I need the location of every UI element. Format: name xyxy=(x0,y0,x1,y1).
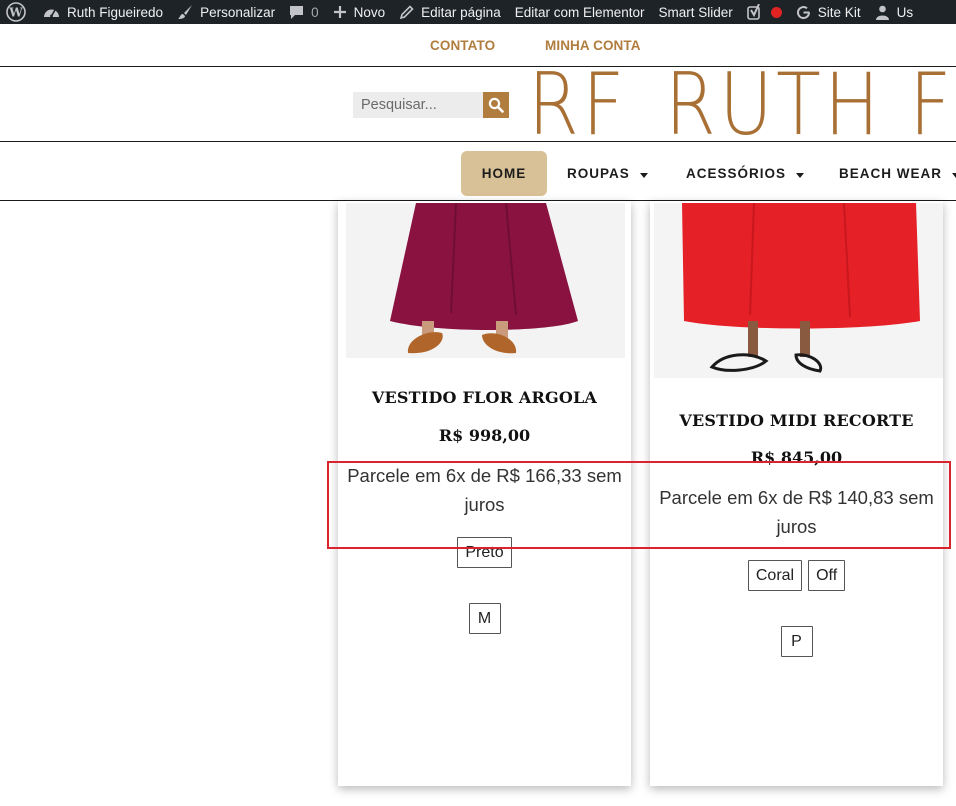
pencil-icon xyxy=(399,4,414,19)
nav-item-beach-wear[interactable]: BEACH WEAR xyxy=(839,151,956,196)
size-options: M xyxy=(338,603,631,634)
product-image[interactable] xyxy=(346,203,625,358)
color-option-off[interactable]: Off xyxy=(808,560,846,591)
customize-link[interactable]: Personalizar xyxy=(170,0,282,24)
nav-roupas-label: ROUPAS xyxy=(567,166,630,181)
site-kit-label: Site Kit xyxy=(817,4,861,20)
google-g-icon xyxy=(796,5,810,19)
color-options: Coral Off xyxy=(650,560,943,591)
search-button[interactable] xyxy=(483,92,509,118)
yoast-menu[interactable] xyxy=(740,0,789,24)
color-option-preto[interactable]: Preto xyxy=(457,537,512,568)
new-label: Novo xyxy=(353,4,386,20)
nav-beach-wear-label: BEACH WEAR xyxy=(839,166,942,181)
admin-bar: W Ruth Figueiredo Personalizar 0 Novo Ed… xyxy=(0,0,956,24)
product-title[interactable]: VESTIDO MIDI RECORTE xyxy=(650,411,943,430)
edit-elementor-link[interactable]: Editar com Elementor xyxy=(508,0,652,24)
user-label: Us xyxy=(896,4,914,20)
svg-text:W: W xyxy=(8,6,23,20)
installment-text: Parcele em 6x de R$ 140,83 sem juros xyxy=(659,487,934,537)
logo-mark: RF xyxy=(528,68,628,142)
search-icon xyxy=(488,97,504,113)
edit-elementor-label: Editar com Elementor xyxy=(514,4,645,20)
plus-icon xyxy=(333,6,346,18)
top-links-bar: CONTATO MINHA CONTA xyxy=(0,24,956,67)
product-card[interactable]: VESTIDO MIDI RECORTE R$ 845,00 Parcele e… xyxy=(650,201,943,786)
yoast-icon xyxy=(746,3,760,20)
user-icon xyxy=(875,5,889,20)
caret-down-icon xyxy=(796,172,805,178)
size-option-m[interactable]: M xyxy=(468,603,501,634)
edit-page-label: Editar página xyxy=(421,4,501,20)
nav-home-label: HOME xyxy=(481,166,527,181)
wordpress-menu[interactable]: W xyxy=(0,0,36,24)
site-name-label: Ruth Figueiredo xyxy=(67,4,164,20)
product-image[interactable] xyxy=(654,203,943,378)
comment-icon xyxy=(290,5,304,19)
nav-item-roupas[interactable]: ROUPAS xyxy=(567,151,648,196)
search-form xyxy=(353,92,509,118)
site-logo[interactable]: RF RUTH FI xyxy=(528,68,956,142)
installment-text: Parcele em 6x de R$ 166,33 sem juros xyxy=(347,465,622,515)
product-price: R$ 845,00 xyxy=(750,448,843,467)
comments-link[interactable]: 0 xyxy=(282,0,326,24)
product-price: R$ 998,00 xyxy=(438,426,531,445)
nav-item-acessorios[interactable]: ACESSÓRIOS xyxy=(686,151,805,196)
smart-slider-link[interactable]: Smart Slider xyxy=(652,0,740,24)
smart-slider-label: Smart Slider xyxy=(658,4,733,20)
nav-item-home[interactable]: HOME xyxy=(461,151,547,196)
size-options: P xyxy=(650,626,943,657)
caret-down-icon xyxy=(952,172,956,178)
product-title[interactable]: VESTIDO FLOR ARGOLA xyxy=(338,388,631,407)
color-option-coral[interactable]: Coral xyxy=(747,560,803,591)
logo-name: RUTH FI xyxy=(665,68,956,142)
wordpress-icon: W xyxy=(6,2,26,22)
dashboard-icon xyxy=(44,9,59,17)
brush-icon xyxy=(178,5,193,19)
site-kit-menu[interactable]: Site Kit xyxy=(789,0,868,24)
site-header: RF RUTH FI xyxy=(0,68,956,142)
comments-count: 0 xyxy=(311,4,319,20)
site-name-menu[interactable]: Ruth Figueiredo xyxy=(36,0,170,24)
color-options: Preto xyxy=(338,537,631,568)
customize-label: Personalizar xyxy=(200,4,276,20)
edit-page-link[interactable]: Editar página xyxy=(392,0,508,24)
size-option-p[interactable]: P xyxy=(780,626,813,657)
contact-link[interactable]: CONTATO xyxy=(430,38,495,53)
product-card[interactable]: VESTIDO FLOR ARGOLA R$ 998,00 Parcele em… xyxy=(338,201,631,786)
record-dot-icon xyxy=(770,6,782,18)
user-menu[interactable]: Us xyxy=(868,0,921,24)
search-input[interactable] xyxy=(353,92,483,118)
main-navigation: HOME ROUPAS ACESSÓRIOS BEACH WEAR xyxy=(0,143,956,201)
new-content-menu[interactable]: Novo xyxy=(326,0,393,24)
nav-acessorios-label: ACESSÓRIOS xyxy=(686,166,787,181)
my-account-link[interactable]: MINHA CONTA xyxy=(545,38,641,53)
caret-down-icon xyxy=(639,172,648,178)
